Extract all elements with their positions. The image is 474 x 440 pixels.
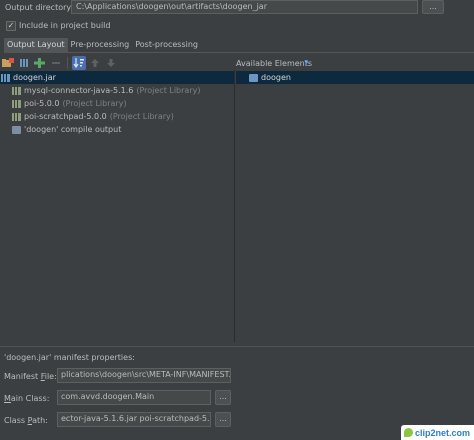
help-icon[interactable]: ? bbox=[304, 59, 309, 68]
module-folder-icon bbox=[249, 73, 258, 82]
main-class-browse-button[interactable]: ... bbox=[215, 390, 231, 405]
class-path-label: Class Path: bbox=[4, 416, 48, 425]
output-directory-label: Output directory: bbox=[5, 3, 74, 12]
manifest-properties-title: 'doogen.jar' manifest properties: bbox=[4, 353, 135, 362]
output-directory-input[interactable]: C:\Applications\doogen\out\artifacts\doo… bbox=[71, 0, 418, 14]
folder-icon bbox=[12, 125, 21, 134]
include-in-build-label[interactable]: Include in project build bbox=[19, 21, 110, 30]
panel-divider[interactable] bbox=[234, 70, 235, 342]
tree-item-poi[interactable]: poi-5.0.0 (Project Library) bbox=[0, 97, 234, 110]
move-up-icon[interactable] bbox=[88, 56, 102, 70]
tree-item-suffix: (Project Library) bbox=[62, 99, 127, 108]
available-item-doogen[interactable]: doogen bbox=[236, 71, 474, 84]
tree-item-suffix: (Project Library) bbox=[109, 112, 174, 121]
manifest-file-label: Manifest File: bbox=[4, 372, 57, 381]
main-class-input[interactable]: com.avvd.doogen.Main bbox=[57, 390, 211, 405]
jar-icon bbox=[1, 73, 10, 82]
clip2net-logo-icon bbox=[404, 428, 413, 437]
tree-item-poi-scratchpad[interactable]: poi-scratchpad-5.0.0 (Project Library) bbox=[0, 110, 234, 123]
tree-item-label: doogen.jar bbox=[13, 73, 56, 82]
tree-item-label: poi-scratchpad-5.0.0 bbox=[24, 112, 107, 121]
add-icon[interactable] bbox=[33, 56, 47, 70]
jar-icon[interactable] bbox=[17, 56, 31, 70]
tab-pre-processing[interactable]: Pre-processing bbox=[68, 38, 133, 52]
class-path-browse-button[interactable]: ... bbox=[215, 412, 231, 427]
tree-item-label: mysql-connector-java-5.1.6 bbox=[24, 86, 134, 95]
watermark: clip2net.com bbox=[401, 425, 474, 440]
manifest-file-input[interactable]: plications\doogen\src\META-INF\MANIFEST.… bbox=[57, 368, 231, 383]
library-icon bbox=[12, 99, 21, 108]
tab-divider bbox=[4, 52, 474, 53]
layout-toolbar bbox=[0, 56, 118, 70]
tab-bar: Output Layout Pre-processing Post-proces… bbox=[4, 38, 201, 52]
output-layout-tree: doogen.jar mysql-connector-java-5.1.6 (P… bbox=[0, 71, 234, 136]
include-in-build-checkbox[interactable]: ✓ bbox=[6, 21, 16, 31]
tab-output-layout[interactable]: Output Layout bbox=[4, 38, 68, 52]
move-down-icon[interactable] bbox=[104, 56, 118, 70]
main-class-label: Main Class: bbox=[4, 394, 50, 403]
available-elements-label: Available Elements bbox=[236, 59, 313, 68]
tree-item-mysql-connector[interactable]: mysql-connector-java-5.1.6 (Project Libr… bbox=[0, 84, 234, 97]
available-item-label: doogen bbox=[261, 73, 291, 82]
available-elements-panel bbox=[235, 70, 474, 342]
tree-item-doogen-jar[interactable]: doogen.jar bbox=[0, 71, 234, 84]
tree-item-suffix: (Project Library) bbox=[136, 86, 201, 95]
output-directory-browse-button[interactable]: ... bbox=[422, 0, 444, 14]
folder-add-icon[interactable] bbox=[1, 56, 15, 70]
watermark-text: clip2net.com bbox=[415, 427, 471, 438]
remove-icon[interactable] bbox=[49, 56, 63, 70]
library-icon bbox=[12, 86, 21, 95]
library-icon bbox=[12, 112, 21, 121]
tab-post-processing[interactable]: Post-processing bbox=[132, 38, 201, 52]
tree-item-label: 'doogen' compile output bbox=[24, 125, 122, 134]
section-divider bbox=[0, 346, 474, 347]
class-path-input[interactable]: ector-java-5.1.6.jar poi-scratchpad-5.0.… bbox=[57, 412, 211, 427]
tree-item-compile-output[interactable]: 'doogen' compile output bbox=[0, 123, 234, 136]
tree-item-label: poi-5.0.0 bbox=[24, 99, 60, 108]
sort-icon[interactable] bbox=[72, 56, 86, 70]
toolbar-separator bbox=[67, 57, 68, 69]
